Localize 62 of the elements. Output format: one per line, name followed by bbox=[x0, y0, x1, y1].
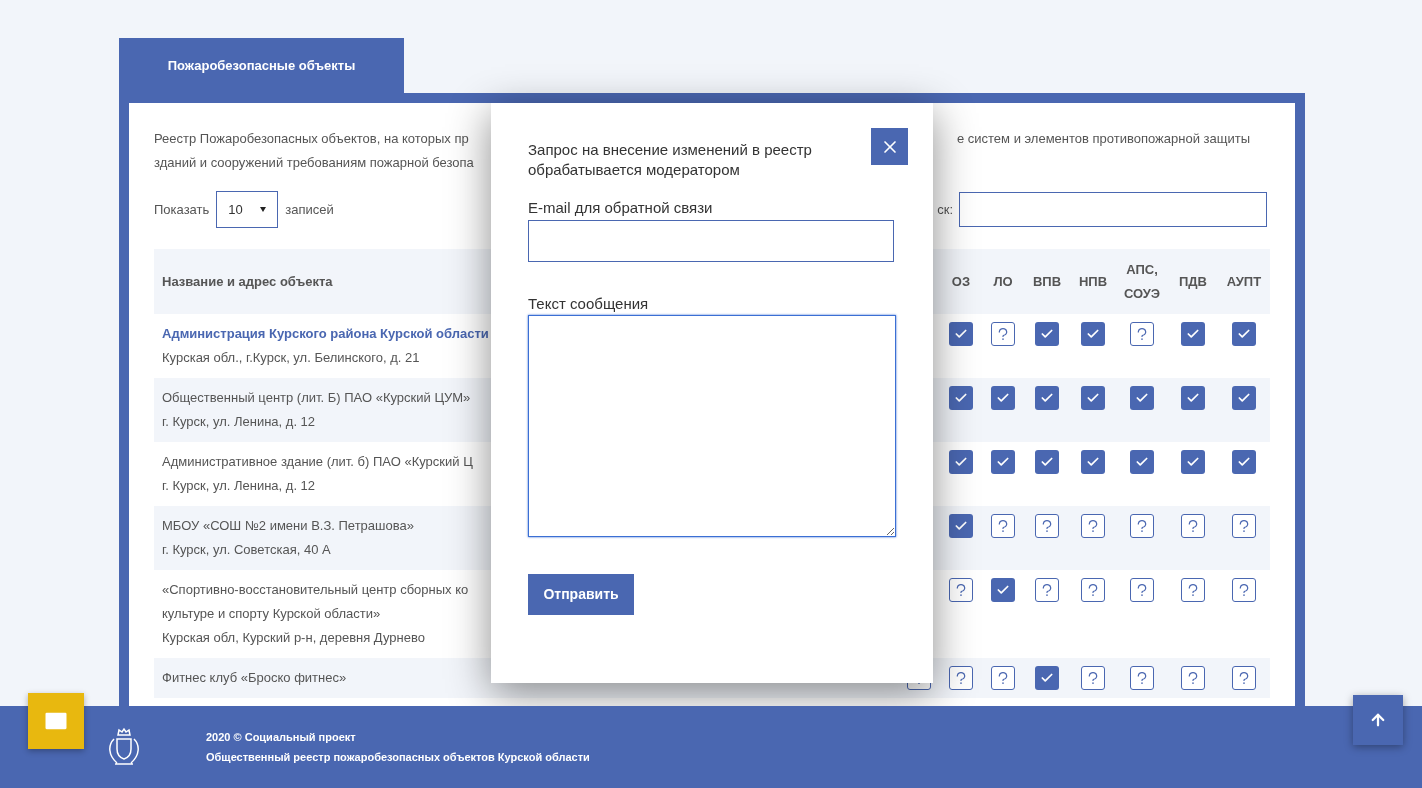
tab[interactable]: Пожаробезопасные объекты bbox=[119, 38, 404, 93]
object-address: г. Курск, ул. Ленина, д. 12 bbox=[162, 477, 316, 495]
column-header: ЛО bbox=[982, 249, 1024, 314]
check-icon bbox=[1186, 327, 1200, 341]
check-icon bbox=[1237, 391, 1251, 405]
footer-text: Общественный реестр пожаробезопасных объектов Курской области bbox=[206, 750, 590, 764]
check-icon bbox=[1186, 391, 1200, 405]
email-label: E-mail для обратной связи bbox=[528, 198, 714, 218]
entries-select[interactable]: 10 bbox=[216, 191, 279, 228]
scroll-top-button[interactable] bbox=[1353, 695, 1403, 745]
search-field[interactable] bbox=[959, 192, 1267, 227]
check-icon bbox=[996, 455, 1010, 469]
check-icon bbox=[996, 391, 1010, 405]
footer-text: 2020 © Социальный проект bbox=[206, 730, 357, 744]
object-address: Курская обл, Курский р-н, деревня Дурнево bbox=[162, 629, 425, 647]
object-name: Фитнес клуб «Броско фитнес» bbox=[162, 669, 347, 687]
object-address: Курская обл., г.Курск, ул. Белинского, д. 21 bbox=[162, 349, 420, 367]
check-icon bbox=[1237, 327, 1251, 341]
description-text: зданий и сооружений требованиям пожарной безопа bbox=[154, 154, 475, 172]
object-name: МБОУ «СОШ №2 имени В.З. Петрашова» bbox=[162, 517, 414, 535]
object-name: культуре и спорту Курской области» bbox=[162, 605, 381, 623]
modal-title: Запрос на внесение изменений в реестр обрабатывается модератором bbox=[528, 140, 813, 180]
object-address: г. Курск, ул. Ленина, д. 12 bbox=[162, 413, 316, 431]
check-icon bbox=[1237, 455, 1251, 469]
column-header: Название и адрес объекта bbox=[154, 249, 490, 314]
check-icon bbox=[1040, 327, 1054, 341]
check-icon bbox=[1086, 455, 1100, 469]
column-header: ВПВ bbox=[1024, 249, 1070, 314]
check-icon bbox=[996, 583, 1010, 597]
check-icon bbox=[1135, 455, 1149, 469]
object-address: г. Курск, ул. Советская, 40 А bbox=[162, 541, 331, 559]
search-label: ск: bbox=[937, 200, 953, 219]
check-icon bbox=[954, 455, 968, 469]
column-header: НПВ bbox=[1070, 249, 1116, 314]
show-label: Показать bbox=[154, 200, 210, 219]
column-header: АПС, СОУЭ bbox=[1116, 249, 1168, 314]
close-button[interactable] bbox=[871, 128, 908, 165]
message-label: Текст сообщения bbox=[528, 294, 650, 314]
check-icon bbox=[1086, 391, 1100, 405]
check-icon bbox=[1040, 455, 1054, 469]
object-name: «Спортивно-восстановительный центр сборных ко bbox=[162, 581, 469, 599]
check-icon bbox=[954, 327, 968, 341]
submit-button[interactable]: Отправить bbox=[528, 574, 634, 615]
object-name: Административное здание (лит. б) ПАО «Курский Ц bbox=[162, 453, 473, 471]
check-icon bbox=[1135, 391, 1149, 405]
description-text: Реестр Пожаробезопасных объектов, на которых пр bbox=[154, 130, 470, 148]
check-icon bbox=[954, 519, 968, 533]
entries-label: записей bbox=[285, 200, 334, 219]
caret-icon bbox=[260, 207, 267, 212]
column-header: АУПТ bbox=[1218, 249, 1270, 314]
object-link[interactable]: Администрация Курского района Курской области bbox=[162, 322, 489, 346]
description-text: е систем и элементов противопожарной защиты bbox=[956, 130, 1251, 148]
check-icon bbox=[1186, 455, 1200, 469]
column-header: ОЗ bbox=[940, 249, 982, 314]
email-field[interactable] bbox=[528, 220, 894, 262]
check-icon bbox=[1040, 391, 1054, 405]
object-name: Общественный центр (лит. Б) ПАО «Курский ЦУМ» bbox=[162, 389, 471, 407]
check-icon bbox=[1040, 671, 1054, 685]
column-header: ПДВ bbox=[1168, 249, 1218, 314]
check-icon bbox=[1086, 327, 1100, 341]
check-icon bbox=[954, 391, 968, 405]
message-field[interactable] bbox=[528, 315, 896, 537]
